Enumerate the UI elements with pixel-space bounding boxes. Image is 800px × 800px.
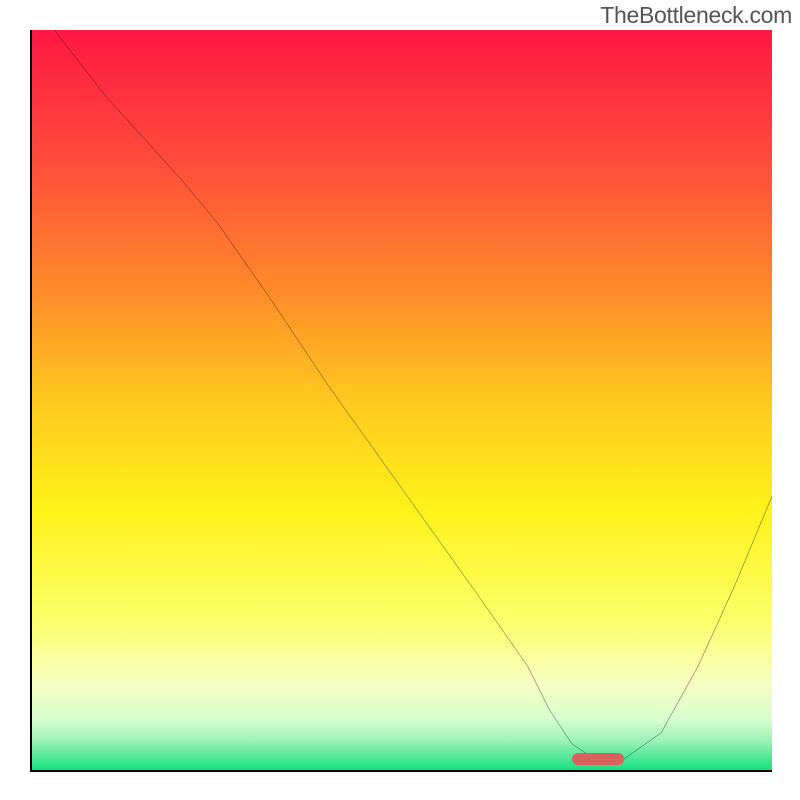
minimum-marker bbox=[572, 753, 624, 765]
curve-layer bbox=[32, 30, 772, 770]
plot-area bbox=[30, 30, 772, 772]
bottleneck-curve bbox=[54, 30, 772, 759]
chart-container: TheBottleneck.com bbox=[0, 0, 800, 800]
watermark-text: TheBottleneck.com bbox=[600, 2, 792, 29]
